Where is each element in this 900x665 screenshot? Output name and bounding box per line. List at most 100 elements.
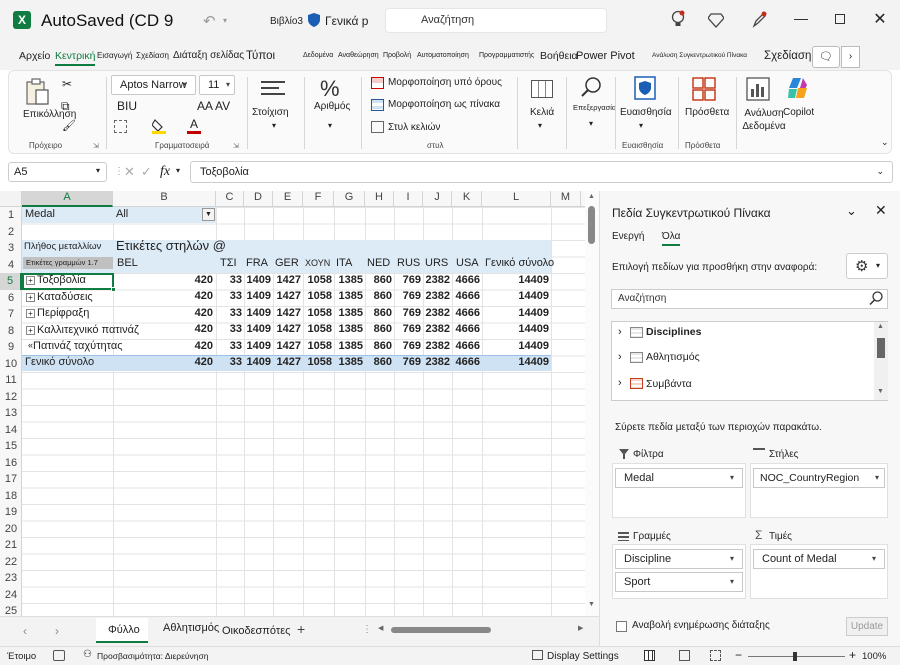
row-header[interactable]: 11: [0, 372, 22, 389]
addins-button[interactable]: Πρόσθετα: [685, 107, 729, 118]
grand-total-cell[interactable]: 1409: [247, 356, 271, 368]
cancel-icon[interactable]: ✕: [124, 164, 135, 180]
pivot-value-cell[interactable]: 14409: [518, 340, 549, 352]
pivot-value-cell[interactable]: 769: [403, 340, 421, 352]
format-as-table-icon[interactable]: [371, 99, 384, 111]
update-button[interactable]: Update: [846, 617, 888, 636]
cell-styles-icon[interactable]: [371, 121, 384, 133]
add-sheet-icon[interactable]: +: [297, 621, 305, 637]
pivot-value-cell[interactable]: 769: [403, 274, 421, 286]
pivot-value-cell[interactable]: 769: [403, 290, 421, 302]
pivot-value-cell[interactable]: 33: [230, 290, 242, 302]
pivot-value-cell[interactable]: 1058: [308, 290, 332, 302]
accessibility-icon[interactable]: ⚇: [83, 649, 92, 660]
chevron-right-icon[interactable]: ›: [841, 46, 860, 68]
pivot-value-cell[interactable]: 1058: [308, 274, 332, 286]
scroll-right-icon[interactable]: ▶: [578, 624, 583, 632]
pivot-value-cell[interactable]: 4666: [456, 323, 480, 335]
display-settings-button[interactable]: Display Settings: [547, 651, 619, 662]
chevron-left-icon[interactable]: ‹: [23, 624, 27, 638]
pivot-value-cell[interactable]: 860: [374, 323, 392, 335]
row-header[interactable]: 10: [0, 356, 22, 373]
grand-total-cell[interactable]: 420: [195, 356, 213, 368]
row-header[interactable]: 13: [0, 405, 22, 422]
pivot-value-cell[interactable]: 1427: [277, 340, 301, 352]
comments-button[interactable]: 🗨: [812, 46, 840, 68]
tab-data[interactable]: Δεδομένα: [303, 52, 333, 59]
pen-icon[interactable]: [751, 11, 767, 29]
tab-insert[interactable]: Εισαγωγή: [97, 51, 132, 60]
pivot-value-cell[interactable]: 860: [374, 274, 392, 286]
chevron-down-icon[interactable]: ⌄: [881, 137, 889, 148]
pivot-value-cell[interactable]: 420: [195, 307, 213, 319]
copilot-button[interactable]: Copilot: [783, 107, 814, 118]
column-header-m[interactable]: M: [551, 191, 581, 207]
column-header-b[interactable]: B: [113, 191, 216, 207]
cells-button[interactable]: Κελιά: [530, 107, 554, 118]
borders-icon[interactable]: [114, 120, 127, 133]
pivot-value-cell[interactable]: 860: [374, 307, 392, 319]
zoom-level[interactable]: 100%: [862, 651, 886, 662]
row-header[interactable]: 12: [0, 389, 22, 406]
row-expand-icon[interactable]: +: [26, 292, 35, 302]
pivot-filter-value[interactable]: All: [116, 208, 128, 220]
pivot-value-cell[interactable]: 1385: [339, 290, 363, 302]
cells-icon[interactable]: [531, 80, 553, 98]
tab-help[interactable]: Βοήθεια: [540, 50, 578, 62]
rows-field-button[interactable]: Discipline ▾: [615, 549, 743, 569]
conditional-formatting-button[interactable]: Μορφοποίηση υπό όρους: [388, 77, 502, 88]
field-item[interactable]: Αθλητισμός: [646, 351, 700, 363]
pivot-value-cell[interactable]: 2382: [426, 290, 450, 302]
grand-total-cell[interactable]: 1427: [277, 356, 301, 368]
pivot-value-cell[interactable]: 1385: [339, 323, 363, 335]
field-item[interactable]: Συμβάντα: [646, 378, 692, 390]
font-name-select[interactable]: Aptos Narrow ▾: [111, 75, 196, 95]
defer-update-checkbox[interactable]: [616, 621, 627, 632]
row-header[interactable]: 21: [0, 537, 22, 554]
grand-total-cell[interactable]: 2382: [426, 356, 450, 368]
pivot-value-cell[interactable]: 769: [403, 323, 421, 335]
row-header[interactable]: 4: [0, 257, 22, 274]
pivot-value-cell[interactable]: 1385: [339, 274, 363, 286]
column-header-i[interactable]: I: [394, 191, 423, 207]
tab-formulas[interactable]: Τύποι: [246, 50, 275, 62]
pivot-value-cell[interactable]: 1409: [247, 340, 271, 352]
number-button[interactable]: Αριθμός: [314, 101, 350, 112]
filters-field-button[interactable]: Medal ▾: [615, 468, 743, 488]
zoom-out-icon[interactable]: −: [735, 648, 742, 662]
pivot-value-cell[interactable]: 2382: [426, 307, 450, 319]
chevron-right-icon[interactable]: ›: [618, 326, 622, 338]
pivot-value-cell[interactable]: 33: [230, 307, 242, 319]
vertical-scrollbar[interactable]: ▲ ▼: [585, 191, 599, 616]
search-box[interactable]: Αναζήτηση: [385, 8, 607, 33]
tab-active-fields[interactable]: Ενεργή: [612, 231, 644, 242]
copilot-icon[interactable]: [785, 75, 811, 101]
row-header[interactable]: 18: [0, 488, 22, 505]
analyze-data-icon[interactable]: [746, 77, 770, 101]
column-header-g[interactable]: G: [334, 191, 365, 207]
column-header-c[interactable]: C: [216, 191, 244, 207]
fill-color-icon[interactable]: [152, 118, 166, 134]
formula-input[interactable]: Τοξοβολία ⌄: [190, 161, 893, 183]
copy-icon[interactable]: ⧉: [61, 99, 70, 114]
row-header[interactable]: 6: [0, 290, 22, 307]
alignment-button[interactable]: Στοίχιση: [252, 107, 289, 118]
pivot-value-cell[interactable]: 1427: [277, 290, 301, 302]
pivot-value-cell[interactable]: 4666: [456, 290, 480, 302]
pivot-value-cell[interactable]: 4666: [456, 340, 480, 352]
name-box[interactable]: A5 ▾: [8, 162, 107, 182]
pivot-column-labels[interactable]: Ετικέτες στηλών @: [116, 238, 226, 253]
document-name[interactable]: Βιβλίο3: [270, 16, 303, 27]
chevron-down-icon[interactable]: ⌄: [846, 203, 857, 219]
tab-all-fields[interactable]: Όλα: [662, 231, 681, 246]
grand-total-cell[interactable]: 860: [374, 356, 392, 368]
grand-total-cell[interactable]: 33: [230, 356, 242, 368]
pivot-value-cell[interactable]: 1058: [308, 307, 332, 319]
scroll-up-icon[interactable]: ▲: [877, 323, 884, 330]
tab-page-layout[interactable]: Διάταξη σελίδας: [173, 50, 244, 61]
bold-italic-underline-buttons[interactable]: BIU: [117, 99, 137, 113]
font-color-icon[interactable]: A: [187, 117, 201, 135]
pivot-value-cell[interactable]: 1409: [247, 274, 271, 286]
macro-icon[interactable]: [53, 650, 65, 661]
row-header[interactable]: 23: [0, 570, 22, 587]
